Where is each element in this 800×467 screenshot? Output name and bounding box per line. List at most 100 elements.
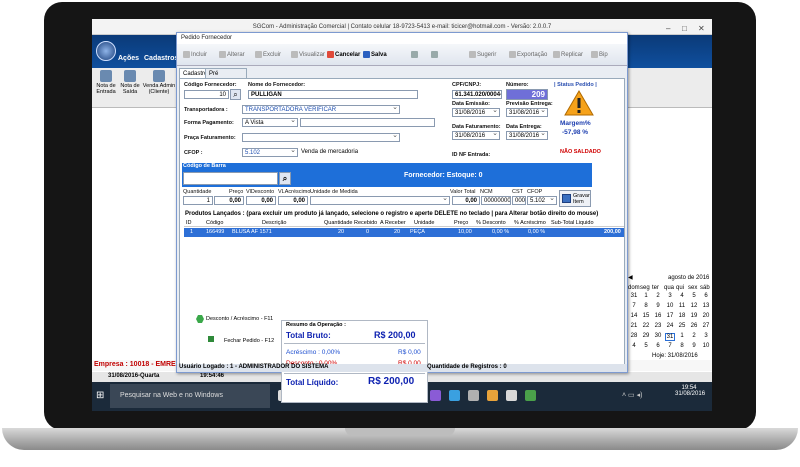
taskbar-search-input[interactable]: Pesquisar na Web e no Windows: [110, 384, 270, 408]
calendar-day[interactable]: 7: [629, 303, 639, 309]
bip-button[interactable]: Bip: [591, 51, 608, 60]
calendar-day[interactable]: 16: [653, 313, 663, 319]
app-icon[interactable]: [430, 390, 441, 401]
calendar-day[interactable]: 13: [701, 303, 711, 309]
data-faturamento-input[interactable]: 31/08/2016: [452, 131, 500, 140]
cpf-cnpj-input[interactable]: 61.341.020/0004-63: [452, 90, 502, 99]
app-icon[interactable]: [468, 390, 479, 401]
menu-acoes[interactable]: Ações: [118, 55, 139, 62]
cancelar-button[interactable]: Cancelar: [327, 51, 360, 60]
calendar-day[interactable]: 6: [653, 343, 663, 349]
tray-icons[interactable]: ˄ ▭ ◂): [622, 391, 642, 399]
taskbar-clock[interactable]: 19:54 31/08/2016: [675, 385, 705, 397]
data-entrega-input[interactable]: 31/08/2016: [506, 131, 548, 140]
calendar-day[interactable]: 4: [629, 343, 639, 349]
calendar-day[interactable]: 27: [701, 323, 711, 329]
calendar-day[interactable]: 10: [665, 303, 675, 309]
tab-pre-faturamento[interactable]: Pré Faturamento: [205, 68, 248, 87]
calendar-day[interactable]: 3: [701, 333, 711, 339]
calendar-day[interactable]: 31: [665, 333, 675, 341]
preco-input[interactable]: 0,00: [214, 196, 244, 205]
visualizar-button[interactable]: Visualizar: [291, 51, 325, 60]
calendar-day[interactable]: 30: [653, 333, 663, 339]
forma-pagamento-select[interactable]: A Vista: [242, 118, 298, 127]
calendar-day[interactable]: 24: [665, 323, 675, 329]
salva-button[interactable]: Salva: [363, 51, 387, 60]
calendar-day[interactable]: 31: [629, 293, 639, 299]
app-icon[interactable]: [487, 390, 498, 401]
nota-entrada-button[interactable]: Nota de Entrada: [94, 68, 118, 95]
calendar-day[interactable]: 22: [641, 323, 651, 329]
calendar-day[interactable]: 8: [677, 343, 687, 349]
calendar-day[interactable]: 2: [689, 333, 699, 339]
calendar-day[interactable]: 19: [689, 313, 699, 319]
search-fornecedor-button[interactable]: ⌕: [230, 89, 241, 100]
calendar-day[interactable]: 12: [689, 303, 699, 309]
calendar-day[interactable]: 29: [641, 333, 651, 339]
calendar-day[interactable]: 25: [677, 323, 687, 329]
calendar-day[interactable]: 18: [677, 313, 687, 319]
table-row[interactable]: 1 166499 BLUSA AF 1571 20 0 20 PEÇA 10,0…: [184, 228, 624, 237]
excluir-button[interactable]: Excluir: [255, 51, 281, 60]
calendar-day[interactable]: 1: [641, 293, 651, 299]
calendar-day[interactable]: 5: [689, 293, 699, 299]
incluir-button[interactable]: Incluir: [183, 51, 207, 60]
calendar-day[interactable]: 10: [701, 343, 711, 349]
calendar-day[interactable]: 1: [677, 333, 687, 339]
forma-pagamento-desc-input[interactable]: [300, 118, 435, 127]
calendar-day[interactable]: 21: [629, 323, 639, 329]
nome-fornecedor-input[interactable]: PULLIGAN: [248, 90, 418, 99]
calendar-day[interactable]: 11: [677, 303, 687, 309]
quantidade-input[interactable]: 1: [183, 196, 213, 205]
calendar-day[interactable]: 20: [701, 313, 711, 319]
calendar-today[interactable]: Hoje: 31/08/2016: [652, 353, 698, 359]
toolbar-icon-b[interactable]: [431, 51, 439, 60]
menu-cadastros[interactable]: Cadastros: [144, 55, 178, 62]
alterar-button[interactable]: Alterar: [219, 51, 245, 60]
vldesconto-input[interactable]: 0,00: [246, 196, 276, 205]
cst-input[interactable]: 000: [512, 196, 526, 205]
praca-faturamento-select[interactable]: [242, 133, 400, 142]
venda-admin-button[interactable]: Venda Admin (Cliente): [142, 68, 176, 95]
calendar-day[interactable]: 17: [665, 313, 675, 319]
calendar-day[interactable]: 5: [641, 343, 651, 349]
calendar-day[interactable]: 6: [701, 293, 711, 299]
calendar-prev-icon[interactable]: ◀: [628, 274, 633, 281]
transportadora-select[interactable]: TRANSPORTADORA VERIFICAR: [242, 105, 400, 114]
app-icon[interactable]: [506, 390, 517, 401]
codigo-fornecedor-input[interactable]: 10: [184, 90, 229, 99]
codigo-barra-input[interactable]: [183, 172, 278, 185]
valor-total-input[interactable]: 0,00: [452, 196, 480, 205]
calendar-day[interactable]: 9: [653, 303, 663, 309]
ncm-input[interactable]: 00000000: [481, 196, 511, 205]
toolbar-icon-a[interactable]: [411, 51, 419, 60]
calendar-day[interactable]: 9: [689, 343, 699, 349]
calendar-day[interactable]: 2: [653, 293, 663, 299]
cfop-select[interactable]: 5.102: [242, 148, 298, 157]
calendar-day[interactable]: 4: [677, 293, 687, 299]
unidade-medida-select[interactable]: [310, 196, 450, 205]
nota-saida-button[interactable]: Nota de Saída: [118, 68, 142, 95]
calendar-day[interactable]: 23: [653, 323, 663, 329]
replicar-button[interactable]: Replicar: [553, 51, 583, 60]
calendar-day[interactable]: 15: [641, 313, 651, 319]
calendar-day[interactable]: 26: [689, 323, 699, 329]
data-emissao-input[interactable]: 31/08/2016: [452, 108, 500, 117]
fechar-pedido-button[interactable]: Fechar Pedido - F12: [182, 333, 277, 348]
previsao-entrega-input[interactable]: 31/08/2016: [506, 108, 548, 117]
calendar-day[interactable]: 14: [629, 313, 639, 319]
sugerir-button[interactable]: Sugerir: [469, 51, 496, 60]
app-icon[interactable]: [449, 390, 460, 401]
cfop-item-select[interactable]: 5.102: [527, 196, 557, 205]
windows-start-icon[interactable]: ⊞: [96, 390, 107, 401]
gravar-item-button[interactable]: Gravar Item: [559, 190, 591, 207]
calendar-day[interactable]: 28: [629, 333, 639, 339]
calendar-day[interactable]: 8: [641, 303, 651, 309]
calendar-day[interactable]: 7: [665, 343, 675, 349]
desconto-acrescimo-button[interactable]: Desconto / Acréscimo - F11: [182, 312, 277, 327]
vlacrescimo-input[interactable]: 0,00: [278, 196, 308, 205]
exportacao-button[interactable]: Exportação: [509, 51, 547, 60]
calendar-day[interactable]: 3: [665, 293, 675, 299]
chrome-icon[interactable]: [525, 390, 536, 401]
search-produto-button[interactable]: ⌕: [279, 172, 291, 185]
